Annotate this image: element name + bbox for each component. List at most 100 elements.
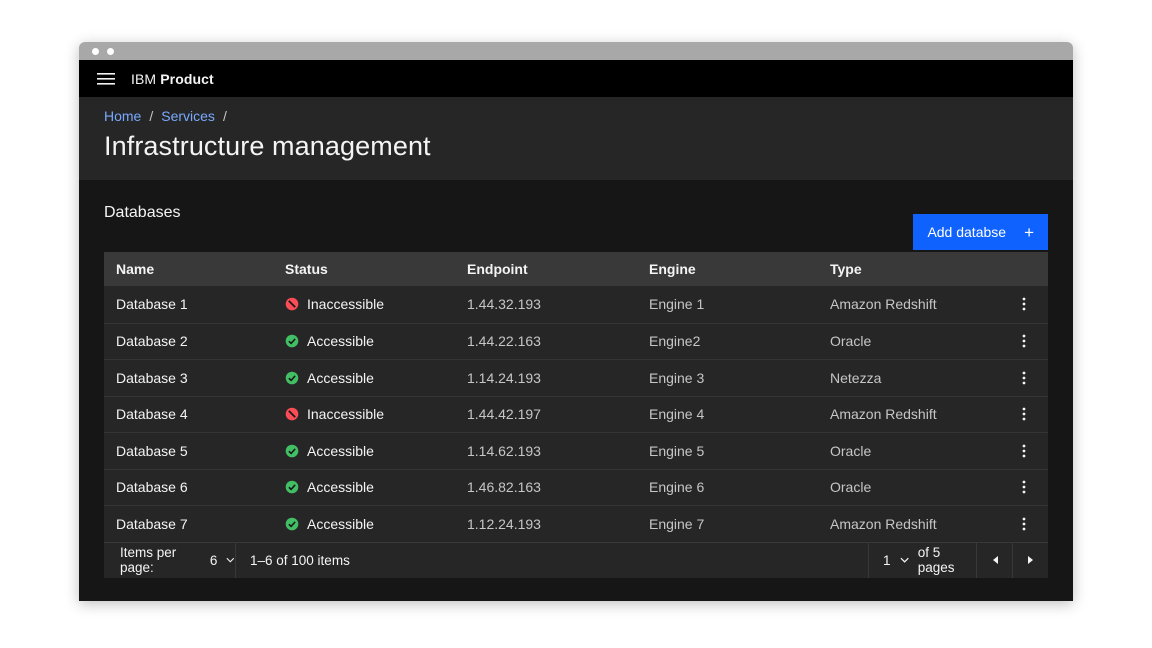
cell-type: Oracle bbox=[818, 443, 1000, 459]
pagination-left: Items per page: 6 1–6 of 100 items bbox=[104, 543, 350, 578]
cell-actions bbox=[1000, 436, 1048, 466]
cell-status: Accessible bbox=[273, 333, 455, 349]
cell-status: Accessible bbox=[273, 370, 455, 386]
items-per-page-label: Items per page: bbox=[120, 545, 201, 575]
chevron-down-icon bbox=[900, 557, 909, 563]
breadcrumb-link-home[interactable]: Home bbox=[104, 108, 141, 124]
kebab-icon bbox=[1022, 407, 1026, 421]
next-page-button[interactable] bbox=[1012, 543, 1048, 578]
kebab-icon bbox=[1022, 517, 1026, 531]
table-row: Database 3 Accessible 1.14.24.193 Engine… bbox=[104, 359, 1048, 396]
page-title: Infrastructure management bbox=[104, 131, 1048, 162]
cell-engine: Engine2 bbox=[637, 333, 818, 349]
cell-endpoint: 1.12.24.193 bbox=[455, 516, 637, 532]
row-overflow-menu-button[interactable] bbox=[1009, 436, 1039, 466]
kebab-icon bbox=[1022, 371, 1026, 385]
cell-type: Amazon Redshift bbox=[818, 406, 1000, 422]
previous-page-button[interactable] bbox=[976, 543, 1012, 578]
breadcrumb-separator: / bbox=[149, 108, 153, 124]
cell-type: Amazon Redshift bbox=[818, 296, 1000, 312]
cell-name: Database 1 bbox=[104, 296, 273, 312]
table-row: Database 5 Accessible 1.14.62.193 Engine… bbox=[104, 432, 1048, 469]
status-ok-icon bbox=[285, 371, 299, 385]
kebab-icon bbox=[1022, 480, 1026, 494]
cell-name: Database 6 bbox=[104, 479, 273, 495]
breadcrumb: Home / Services / bbox=[104, 108, 1048, 124]
cell-name: Database 4 bbox=[104, 406, 273, 422]
cell-type: Amazon Redshift bbox=[818, 516, 1000, 532]
cell-actions bbox=[1000, 326, 1048, 356]
chevron-down-icon bbox=[226, 557, 235, 563]
cell-actions bbox=[1000, 399, 1048, 429]
pagination-bar: Items per page: 6 1–6 of 100 items 1 of … bbox=[104, 542, 1048, 578]
items-per-page-value: 6 bbox=[210, 553, 218, 568]
items-per-page-select[interactable]: Items per page: 6 bbox=[104, 543, 236, 578]
cell-engine: Engine 7 bbox=[637, 516, 818, 532]
databases-table: Name Status Endpoint Engine Type Databas… bbox=[104, 252, 1048, 542]
row-overflow-menu-button[interactable] bbox=[1009, 399, 1039, 429]
column-header-endpoint: Endpoint bbox=[455, 261, 637, 277]
cell-status: Accessible bbox=[273, 479, 455, 495]
cell-status: Accessible bbox=[273, 443, 455, 459]
cell-engine: Engine 6 bbox=[637, 479, 818, 495]
page-number-select[interactable]: 1 of 5 pages bbox=[868, 543, 976, 578]
cell-name: Database 7 bbox=[104, 516, 273, 532]
cell-endpoint: 1.44.32.193 bbox=[455, 296, 637, 312]
items-range-text: 1–6 of 100 items bbox=[236, 553, 350, 568]
table-row: Database 2 Accessible 1.44.22.163 Engine… bbox=[104, 323, 1048, 360]
table-row: Database 4 Inaccessible 1.44.42.197 Engi… bbox=[104, 396, 1048, 433]
section-title: Databases bbox=[104, 204, 181, 222]
plus-icon: + bbox=[1024, 224, 1034, 241]
row-overflow-menu-button[interactable] bbox=[1009, 363, 1039, 393]
pages-count-text: of 5 pages bbox=[918, 545, 976, 575]
cell-endpoint: 1.46.82.163 bbox=[455, 479, 637, 495]
table-body: Database 1 Inaccessible 1.44.32.193 Engi… bbox=[104, 286, 1048, 542]
column-header-status: Status bbox=[273, 261, 455, 277]
add-database-button[interactable]: Add databse + bbox=[913, 214, 1048, 250]
brand-title: IBM Product bbox=[131, 71, 214, 87]
column-header-name: Name bbox=[104, 261, 273, 277]
row-overflow-menu-button[interactable] bbox=[1009, 509, 1039, 539]
cell-actions bbox=[1000, 289, 1048, 319]
cell-status: Inaccessible bbox=[273, 296, 455, 312]
kebab-icon bbox=[1022, 334, 1026, 348]
breadcrumb-link-services[interactable]: Services bbox=[161, 108, 215, 124]
cell-endpoint: 1.44.22.163 bbox=[455, 333, 637, 349]
cell-type: Oracle bbox=[818, 333, 1000, 349]
table-row: Database 1 Inaccessible 1.44.32.193 Engi… bbox=[104, 286, 1048, 323]
window-control-dot bbox=[107, 48, 114, 55]
cell-name: Database 3 bbox=[104, 370, 273, 386]
cell-endpoint: 1.14.62.193 bbox=[455, 443, 637, 459]
status-ok-icon bbox=[285, 444, 299, 458]
page-header-band: Home / Services / Infrastructure managem… bbox=[79, 97, 1073, 180]
row-overflow-menu-button[interactable] bbox=[1009, 472, 1039, 502]
pagination-right: 1 of 5 pages bbox=[868, 543, 1048, 578]
column-header-type: Type bbox=[818, 261, 1000, 277]
cell-actions bbox=[1000, 509, 1048, 539]
hamburger-icon bbox=[97, 73, 115, 85]
status-ok-icon bbox=[285, 480, 299, 494]
row-overflow-menu-button[interactable] bbox=[1009, 289, 1039, 319]
status-ok-icon bbox=[285, 334, 299, 348]
caret-left-icon bbox=[991, 555, 999, 565]
kebab-icon bbox=[1022, 444, 1026, 458]
app-window: IBM Product Home / Services / Infrastruc… bbox=[79, 42, 1073, 601]
cell-engine: Engine 4 bbox=[637, 406, 818, 422]
cell-status: Inaccessible bbox=[273, 406, 455, 422]
row-overflow-menu-button[interactable] bbox=[1009, 326, 1039, 356]
column-header-engine: Engine bbox=[637, 261, 818, 277]
breadcrumb-separator: / bbox=[223, 108, 227, 124]
table-row: Database 7 Accessible 1.12.24.193 Engine… bbox=[104, 505, 1048, 542]
status-error-icon bbox=[285, 407, 299, 421]
app-header: IBM Product bbox=[79, 60, 1073, 97]
section-header: Databases Add databse + bbox=[104, 214, 1048, 250]
page-number-value: 1 bbox=[883, 553, 891, 568]
cell-actions bbox=[1000, 472, 1048, 502]
cell-endpoint: 1.44.42.197 bbox=[455, 406, 637, 422]
status-ok-icon bbox=[285, 517, 299, 531]
cell-endpoint: 1.14.24.193 bbox=[455, 370, 637, 386]
hamburger-menu-button[interactable] bbox=[91, 64, 121, 94]
cell-engine: Engine 5 bbox=[637, 443, 818, 459]
cell-name: Database 5 bbox=[104, 443, 273, 459]
cell-engine: Engine 3 bbox=[637, 370, 818, 386]
